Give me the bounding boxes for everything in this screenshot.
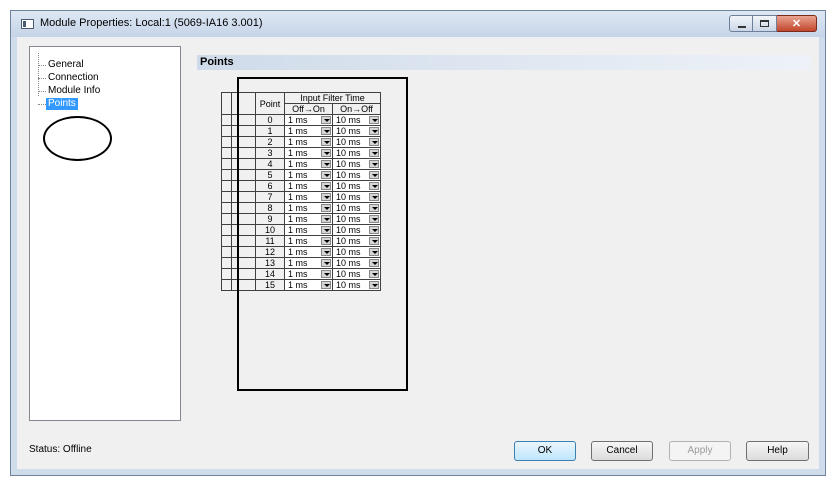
row-header[interactable]	[221, 202, 232, 214]
tree-connector	[38, 65, 46, 66]
row-header[interactable]	[221, 136, 232, 148]
row-header[interactable]	[221, 279, 232, 291]
tree-item-label: General	[48, 59, 84, 70]
tree-connector-line	[38, 53, 39, 96]
module-properties-window: Module Properties: Local:1 (5069-IA16 3.…	[10, 10, 826, 476]
tree-item-label: Connection	[48, 72, 99, 83]
tree-connector	[38, 91, 46, 92]
dialog-client-area: General Connection Module Info Points Po…	[17, 37, 819, 469]
tree-connector	[38, 104, 46, 105]
row-header[interactable]	[221, 147, 232, 159]
window-controls	[729, 15, 817, 32]
status-label: Status:	[29, 444, 61, 455]
row-header[interactable]	[221, 257, 232, 269]
row-header[interactable]	[221, 224, 232, 236]
row-header[interactable]	[221, 158, 232, 170]
tree-item-label: Module Info	[48, 85, 101, 96]
category-tree[interactable]: General Connection Module Info Points	[29, 46, 181, 421]
tree-item-label: Points	[46, 98, 78, 110]
status-area: Status: Offline	[29, 444, 92, 455]
row-header[interactable]	[221, 114, 232, 126]
close-button[interactable]	[777, 15, 817, 32]
maximize-button[interactable]	[753, 15, 777, 32]
row-header[interactable]	[221, 213, 232, 225]
row-header[interactable]	[221, 191, 232, 203]
cancel-button[interactable]: Cancel	[591, 441, 653, 461]
row-header[interactable]	[221, 235, 232, 247]
window-title: Module Properties: Local:1 (5069-IA16 3.…	[40, 17, 263, 29]
row-header[interactable]	[221, 268, 232, 280]
annotation-rectangle	[237, 77, 408, 391]
title-bar[interactable]: Module Properties: Local:1 (5069-IA16 3.…	[11, 11, 825, 37]
section-title: Points	[200, 56, 234, 68]
minimize-button[interactable]	[729, 15, 753, 32]
row-header[interactable]	[221, 246, 232, 258]
window-app-icon	[21, 19, 34, 29]
row-header[interactable]	[221, 125, 232, 137]
status-value: Offline	[62, 444, 92, 455]
tree-connector	[38, 78, 46, 79]
ok-button[interactable]: OK	[514, 441, 576, 461]
row-header[interactable]	[221, 169, 232, 181]
row-header-corner	[221, 92, 232, 115]
annotation-circle	[43, 116, 112, 161]
row-header[interactable]	[221, 180, 232, 192]
section-header: Points	[197, 55, 811, 70]
apply-button[interactable]: Apply	[669, 441, 731, 461]
help-button[interactable]: Help	[746, 441, 809, 461]
